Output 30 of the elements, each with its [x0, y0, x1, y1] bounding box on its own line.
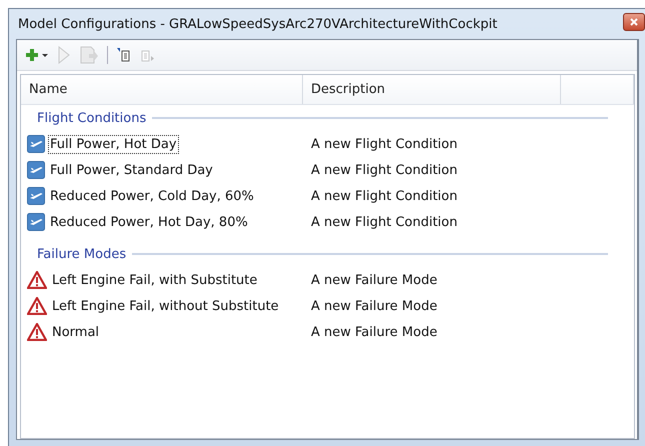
warning-icon — [27, 271, 47, 289]
item-description: A new Flight Condition — [310, 188, 458, 204]
column-header[interactable]: Name — [21, 75, 303, 104]
item-name[interactable]: Full Power, Hot Day — [48, 134, 179, 154]
close-icon[interactable] — [630, 18, 638, 26]
warning-icon — [27, 297, 47, 315]
airplane-icon — [27, 161, 45, 179]
group-header: Flight Conditions — [37, 110, 146, 126]
airplane-icon — [27, 135, 45, 153]
add-icon[interactable] — [25, 48, 49, 62]
airplane-icon — [27, 213, 45, 231]
item-name[interactable]: Reduced Power, Cold Day, 60% — [48, 186, 256, 206]
item-description: A new Flight Condition — [310, 136, 458, 152]
item-description: A new Flight Condition — [310, 214, 458, 230]
column-header[interactable]: Description — [303, 75, 561, 104]
airplane-icon — [27, 187, 45, 205]
item-name[interactable]: Left Engine Fail, with Substitute — [50, 270, 260, 290]
item-name[interactable]: Reduced Power, Hot Day, 80% — [48, 212, 250, 232]
group-header: Failure Modes — [37, 246, 126, 262]
item-description: A new Failure Mode — [310, 298, 438, 314]
item-name[interactable]: Left Engine Fail, without Substitute — [50, 296, 281, 316]
item-name[interactable]: Full Power, Standard Day — [48, 160, 215, 180]
item-description: A new Failure Mode — [310, 272, 438, 288]
item-name[interactable]: Normal — [50, 322, 102, 342]
window-title: Model Configurations - GRALowSpeedSysArc270VArchitectureWithCockpit — [18, 16, 498, 32]
warning-icon — [27, 323, 47, 341]
item-description: A new Failure Mode — [310, 324, 438, 340]
close-button[interactable] — [623, 13, 645, 31]
item-description: A new Flight Condition — [310, 162, 458, 178]
list-arrow-icon[interactable] — [116, 47, 132, 63]
